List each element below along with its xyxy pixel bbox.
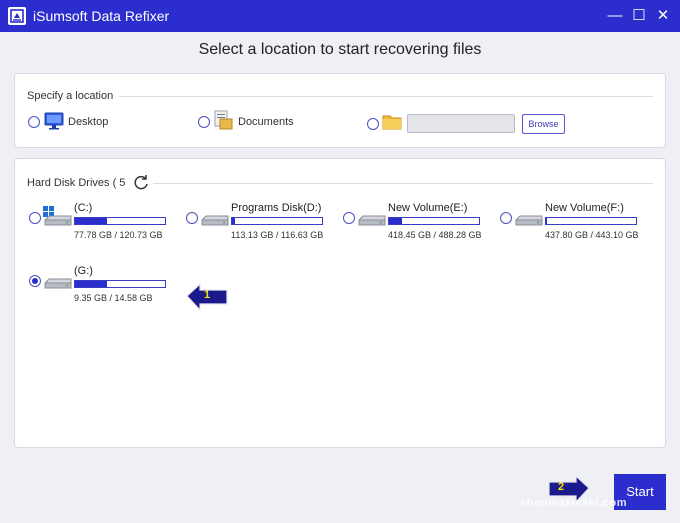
maximize-button[interactable]: ☐ bbox=[629, 6, 649, 26]
callout-arrow-1: 1 bbox=[182, 280, 230, 317]
documents-label: Documents bbox=[238, 116, 294, 128]
close-button[interactable]: ✕ bbox=[653, 6, 673, 26]
minimize-button[interactable]: — bbox=[605, 6, 625, 26]
drive-radio[interactable] bbox=[186, 212, 198, 224]
callout-number: 2 bbox=[558, 481, 565, 493]
title-bar: iSumsoft Data Refixer — ☐ ✕ bbox=[0, 0, 680, 32]
drive-usage-bar bbox=[545, 217, 637, 225]
drive-size: 113.13 GB / 116.63 GB bbox=[231, 230, 324, 240]
drive-usage-fill bbox=[75, 281, 108, 287]
browse-button[interactable]: Browse bbox=[522, 114, 565, 134]
drive-usage-fill bbox=[75, 218, 108, 224]
drive-size: 437.80 GB / 443.10 GB bbox=[545, 230, 639, 240]
drive-usage-bar bbox=[388, 217, 480, 225]
hard-drive-icon bbox=[43, 206, 73, 233]
drive-radio[interactable] bbox=[500, 212, 512, 224]
section-divider bbox=[27, 96, 653, 97]
location-panel: Specify a location Desktop Documents Bro… bbox=[14, 73, 666, 148]
drive-usage-bar bbox=[231, 217, 323, 225]
drives-section-label: Hard Disk Drives ( 5 ) bbox=[27, 177, 139, 189]
drive-usage-fill bbox=[389, 218, 402, 224]
drive-name: (C:) bbox=[74, 202, 93, 214]
callout-number: 1 bbox=[204, 289, 211, 301]
drive-radio[interactable] bbox=[343, 212, 355, 224]
drive-size: 418.45 GB / 488.28 GB bbox=[388, 230, 482, 240]
drive-item-g[interactable]: (G:) 9.35 GB / 14.58 GB bbox=[29, 265, 179, 315]
drive-item-c[interactable]: (C:) 77.78 GB / 120.73 GB bbox=[29, 202, 179, 252]
watermark: shoumaxieshi.com bbox=[520, 497, 628, 509]
drive-usage-fill bbox=[546, 218, 547, 224]
desktop-icon bbox=[44, 112, 64, 135]
drive-size: 77.78 GB / 120.73 GB bbox=[74, 230, 163, 240]
drive-name: New Volume(E:) bbox=[388, 202, 468, 214]
drive-size: 9.35 GB / 14.58 GB bbox=[74, 293, 153, 303]
app-logo-icon bbox=[8, 7, 26, 25]
app-title: iSumsoft Data Refixer bbox=[33, 8, 170, 24]
hard-drive-icon bbox=[514, 206, 544, 233]
documents-icon bbox=[213, 110, 233, 135]
hard-drive-icon bbox=[43, 269, 73, 296]
drive-usage-fill bbox=[232, 218, 235, 224]
drive-radio[interactable] bbox=[29, 275, 41, 287]
refresh-icon[interactable] bbox=[129, 173, 153, 196]
drive-usage-bar bbox=[74, 280, 166, 288]
drive-name: Programs Disk(D:) bbox=[231, 202, 322, 214]
documents-radio[interactable] bbox=[198, 116, 210, 128]
drive-item-e[interactable]: New Volume(E:) 418.45 GB / 488.28 GB bbox=[343, 202, 493, 252]
drive-item-f[interactable]: New Volume(F:) 437.80 GB / 443.10 GB bbox=[500, 202, 650, 252]
drive-name: (G:) bbox=[74, 265, 93, 277]
hard-drive-icon bbox=[357, 206, 387, 233]
drive-usage-bar bbox=[74, 217, 166, 225]
drive-radio[interactable] bbox=[29, 212, 41, 224]
drives-panel: Hard Disk Drives ( 5 ) (C:) 77.78 GB / 1… bbox=[14, 158, 666, 448]
path-input[interactable] bbox=[407, 114, 515, 133]
folder-icon bbox=[382, 113, 402, 136]
custom-location-radio[interactable] bbox=[367, 118, 379, 130]
drive-name: New Volume(F:) bbox=[545, 202, 624, 214]
page-heading: Select a location to start recovering fi… bbox=[198, 41, 482, 58]
desktop-radio[interactable] bbox=[28, 116, 40, 128]
hard-drive-icon bbox=[200, 206, 230, 233]
desktop-label: Desktop bbox=[68, 116, 109, 128]
location-section-label: Specify a location bbox=[27, 90, 120, 102]
drive-item-d[interactable]: Programs Disk(D:) 113.13 GB / 116.63 GB bbox=[186, 202, 336, 252]
